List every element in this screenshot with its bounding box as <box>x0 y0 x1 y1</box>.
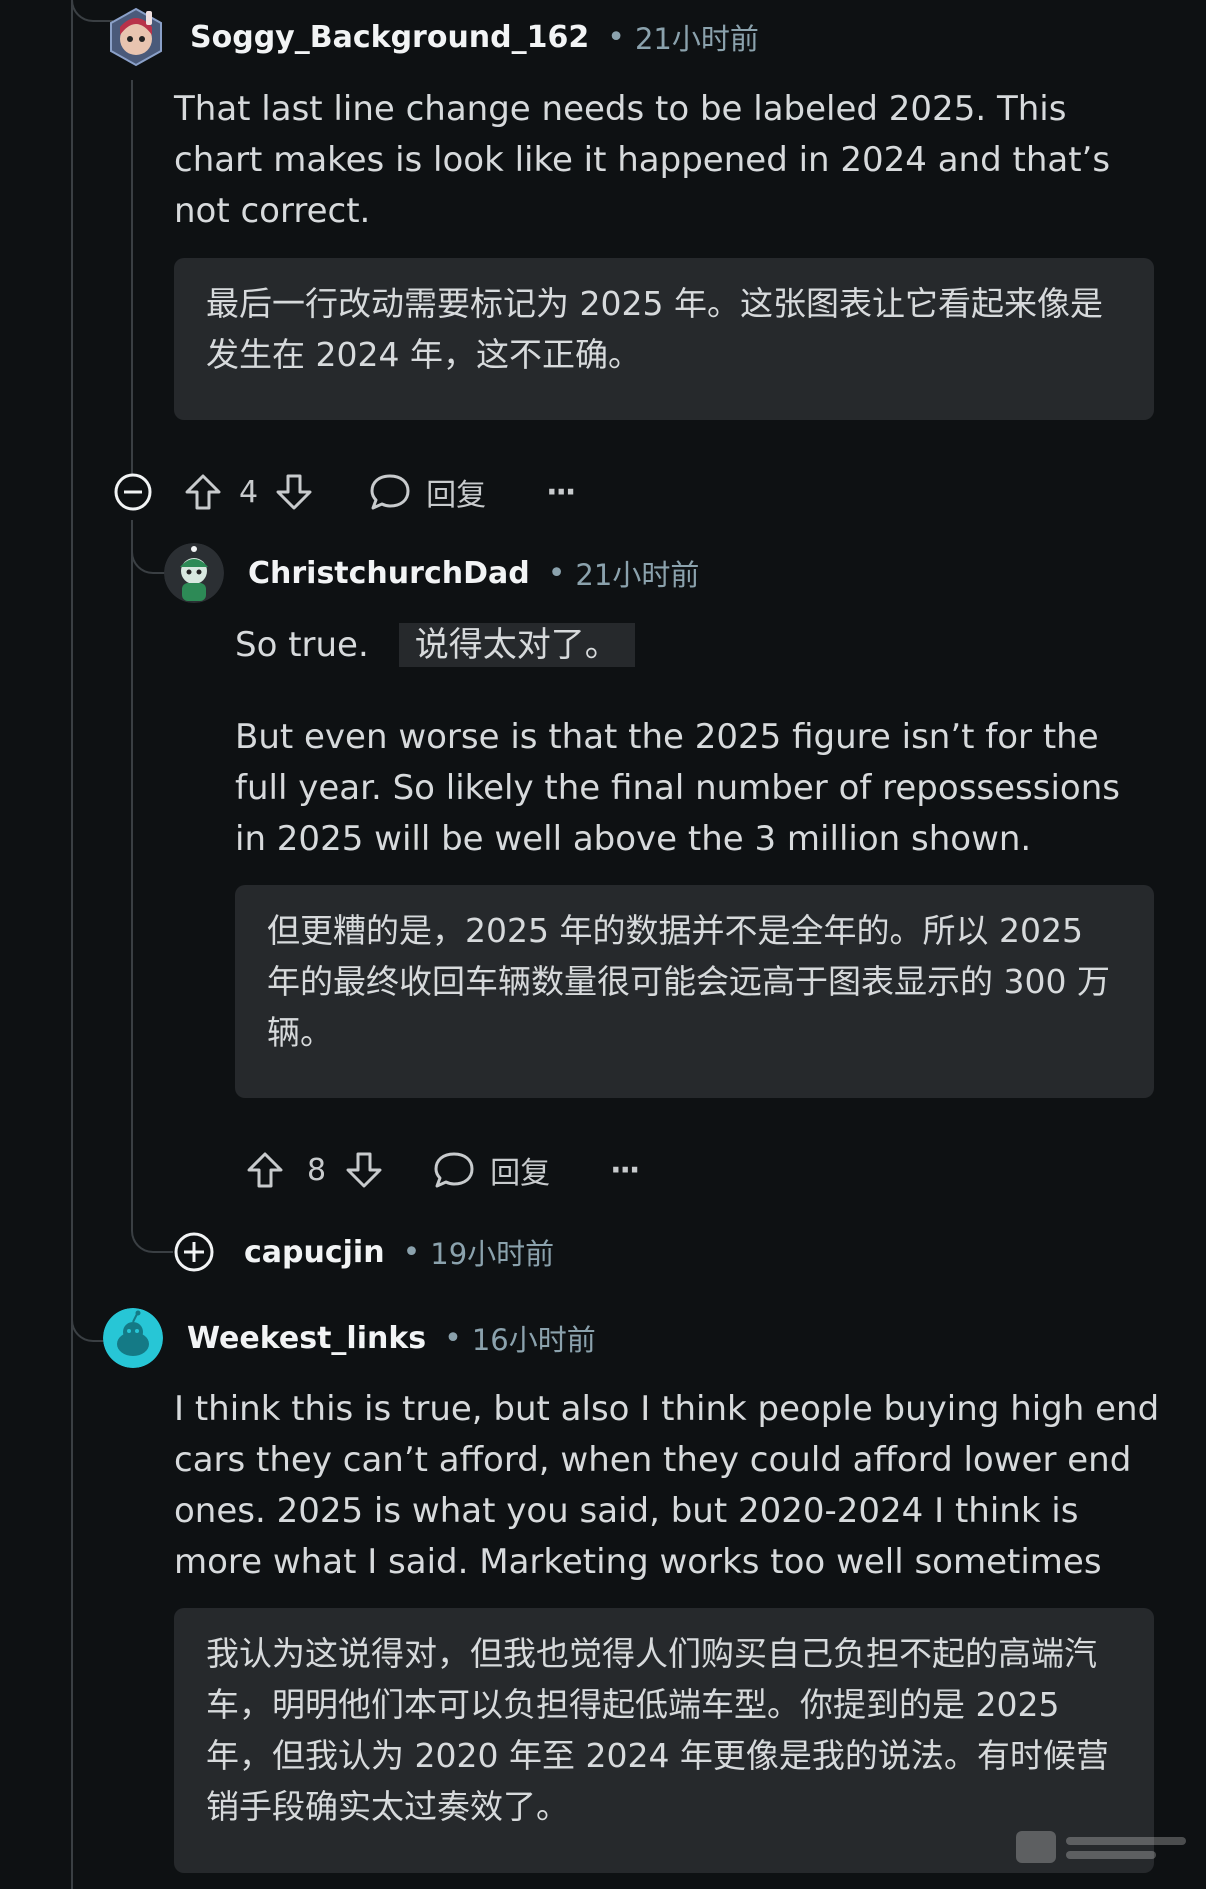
thread-connector-christchurch <box>131 540 167 574</box>
downvote-icon[interactable] <box>344 1150 384 1190</box>
watermark-logo <box>1016 1831 1186 1863</box>
user-avatar-icon[interactable] <box>106 7 166 67</box>
comment-body: I think this is true, but also I think p… <box>174 1389 1160 1582</box>
username[interactable]: Weekest_links <box>187 1321 426 1356</box>
thread-connector-weekest <box>71 1304 107 1342</box>
upvote-icon[interactable] <box>245 1150 285 1190</box>
downvote-icon[interactable] <box>274 472 314 512</box>
user-avatar-icon[interactable] <box>103 1308 163 1368</box>
reply-button[interactable]: 回复 <box>490 1148 550 1192</box>
meta-separator: • <box>547 555 566 591</box>
expand-thread-icon[interactable] <box>172 1230 216 1274</box>
more-options-icon[interactable]: ··· <box>610 1153 640 1188</box>
timestamp: 19小时前 <box>430 1237 555 1271</box>
intro-translation: 说得太对了。 <box>398 623 635 667</box>
translation-box: 但更糟的是，2025 年的数据并不是全年的。所以 2025 年的最终收回车辆数量… <box>235 885 1154 1098</box>
comment-actions: 8 回复 ··· <box>245 1142 640 1198</box>
thread-line-soggy-children <box>131 520 133 1220</box>
thread-connector-capucjin <box>131 1215 173 1253</box>
collapse-thread-icon[interactable] <box>113 472 153 512</box>
comment-body: But even worse is that the 2025 figure i… <box>235 717 1120 859</box>
comment-header: ChristchurchDad • 21小时前 <box>164 541 699 605</box>
thread-line-soggy <box>131 80 133 475</box>
vote-count: 4 <box>239 474 259 510</box>
translation-box: 我认为这说得对，但我也觉得人们购买自己负担不起的高端汽车，明明他们本可以负担得起… <box>174 1608 1154 1873</box>
comment-body: That last line change needs to be labele… <box>174 89 1111 231</box>
comment-intro: So true. 说得太对了。 <box>235 620 1135 671</box>
outer-thread-line <box>71 0 73 1889</box>
reply-bubble-icon[interactable] <box>368 472 412 512</box>
meta-separator: • <box>444 1320 462 1356</box>
meta-separator: • <box>402 1234 421 1270</box>
reply-button[interactable]: 回复 <box>426 470 486 514</box>
comment-actions: 4 回复 ··· <box>113 464 576 520</box>
username[interactable]: ChristchurchDad <box>248 556 530 591</box>
upvote-icon[interactable] <box>183 472 223 512</box>
timestamp: 21小时前 <box>634 22 759 56</box>
comment-header: Soggy_Background_162 • 21小时前 <box>106 5 759 69</box>
username[interactable]: capucjin <box>244 1235 385 1270</box>
vote-count: 8 <box>307 1152 327 1188</box>
collapsed-comment-header: capucjin • 19小时前 <box>172 1220 554 1284</box>
translation-box: 最后一行改动需要标记为 2025 年。这张图表让它看起来像是发生在 2024 年… <box>174 258 1154 420</box>
timestamp: 21小时前 <box>575 558 700 592</box>
timestamp: 16小时前 <box>471 1323 596 1357</box>
meta-separator: • <box>607 19 625 55</box>
more-options-icon[interactable]: ··· <box>546 475 576 510</box>
intro-text: So true. <box>235 625 369 665</box>
reply-bubble-icon[interactable] <box>432 1150 476 1190</box>
username[interactable]: Soggy_Background_162 <box>190 20 589 55</box>
user-avatar-icon[interactable] <box>164 543 224 603</box>
comment-header: Weekest_links • 16小时前 <box>103 1306 596 1370</box>
